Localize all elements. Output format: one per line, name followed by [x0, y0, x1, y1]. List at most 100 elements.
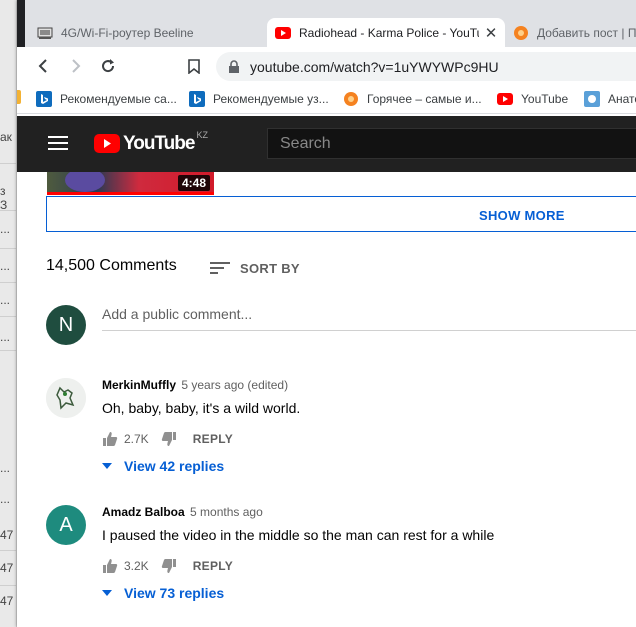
bookmark-icon	[188, 58, 200, 74]
reply-button[interactable]: REPLY	[193, 432, 233, 446]
background-row-text: ...	[0, 461, 11, 475]
close-tab-icon[interactable]: ✕	[483, 24, 499, 42]
comment-author-line: MerkinMuffly 5 years ago (edited)	[102, 378, 288, 392]
bookmark-pikabu-hot[interactable]: Горячее – самые и...	[343, 89, 482, 109]
reload-icon	[102, 59, 115, 73]
back-button[interactable]	[31, 53, 57, 79]
tab-beeline[interactable]: 4G/Wi-Fi-роутер Beeline	[29, 18, 267, 47]
view-replies-label: View 73 replies	[124, 585, 225, 601]
country-code: KZ	[196, 130, 208, 140]
bookmark-label: YouTube	[521, 92, 569, 106]
video-duration: 4:48	[177, 175, 210, 191]
bing-icon	[189, 91, 205, 107]
background-row-divider	[0, 248, 16, 249]
guide-menu-icon[interactable]	[48, 136, 68, 152]
background-row-divider	[0, 282, 16, 283]
background-row-text: 47	[0, 561, 14, 575]
background-row-divider	[0, 316, 16, 317]
forward-arrow-icon	[72, 59, 81, 73]
add-comment-placeholder: Add a public comment...	[102, 306, 253, 322]
commenter-avatar[interactable]: A	[46, 505, 86, 545]
thumbs-down-icon[interactable]	[161, 558, 177, 574]
comment-actions: 3.2K REPLY	[102, 556, 233, 576]
pikabu-favicon-icon	[513, 25, 529, 41]
youtube-favicon-icon	[497, 91, 513, 107]
youtube-play-logo-icon	[94, 134, 120, 153]
bookmark-label: Горячее – самые и...	[367, 92, 482, 106]
watched-progress-bar	[47, 192, 214, 195]
tab-youtube-karma-police[interactable]: Radiohead - Karma Police - YouTube ✕	[267, 18, 505, 47]
comment-text: Oh, baby, baby, it's a wild world.	[102, 400, 301, 416]
avatar-letter: A	[59, 513, 73, 536]
back-arrow-icon	[38, 59, 47, 73]
comments-count: 14,500 Comments	[46, 257, 177, 274]
background-row-divider	[0, 585, 16, 586]
search-input[interactable]: Search	[267, 128, 636, 159]
address-url: youtube.com/watch?v=1uYWYWPc9HU	[250, 59, 499, 75]
sort-by-button[interactable]: SORT BY	[210, 258, 300, 278]
avatar-drawing-icon	[46, 378, 86, 418]
user-avatar: N	[46, 305, 86, 345]
address-bar[interactable]: youtube.com/watch?v=1uYWYWPc9HU	[216, 52, 636, 81]
like-count: 3.2K	[124, 559, 149, 573]
window-edge	[17, 0, 25, 47]
comment-actions: 2.7K REPLY	[102, 429, 233, 449]
bookmark-youtube[interactable]: YouTube	[497, 89, 568, 109]
video-thumbnail[interactable]: 4:48	[47, 172, 214, 195]
chevron-down-icon	[102, 463, 112, 469]
youtube-logo[interactable]: YouTube KZ	[94, 130, 208, 154]
reply-button[interactable]: REPLY	[193, 559, 233, 573]
tab-pikabu[interactable]: Добавить пост | Пикабу	[507, 18, 636, 47]
commenter-avatar[interactable]	[46, 378, 86, 418]
bookmark-anatomy[interactable]: Анатомия	[584, 89, 636, 109]
view-replies-button[interactable]: View 73 replies	[102, 585, 224, 601]
bookmark-recommended-2[interactable]: Рекомендуемые уз...	[189, 89, 329, 109]
background-row-divider	[0, 163, 16, 164]
search-placeholder: Search	[280, 135, 331, 152]
comment-author-line: Amadz Balboa 5 months ago	[102, 505, 263, 519]
thumbs-up-icon[interactable]	[102, 431, 118, 447]
sort-icon	[210, 262, 230, 274]
background-row-text: 47	[0, 528, 14, 542]
add-comment-input[interactable]: Add a public comment...	[102, 306, 636, 331]
background-row-text: ...	[0, 330, 11, 344]
background-row-text: ...	[0, 492, 11, 506]
folder-icon	[17, 90, 21, 104]
logo-wordmark: YouTube	[123, 133, 195, 154]
background-window: ак з З ... ... ... ... ... ... 47 47 47	[0, 0, 17, 627]
chevron-down-icon	[102, 590, 112, 596]
forward-button[interactable]	[62, 53, 88, 79]
comment-author[interactable]: Amadz Balboa	[102, 505, 185, 519]
view-replies-label: View 42 replies	[124, 458, 225, 474]
pikabu-favicon-icon	[343, 91, 359, 107]
tab-label: Radiohead - Karma Police - YouTube	[299, 25, 479, 40]
youtube-masthead: YouTube KZ Search	[17, 116, 636, 172]
bookmark-label: Рекомендуемые са...	[60, 92, 177, 106]
reload-button[interactable]	[95, 53, 121, 79]
background-row-text: ...	[0, 222, 11, 236]
lock-icon	[229, 60, 239, 73]
youtube-favicon-icon	[275, 25, 291, 41]
tab-label: 4G/Wi-Fi-роутер Beeline	[61, 25, 194, 40]
bookmark-star-button[interactable]	[181, 53, 207, 79]
show-more-button[interactable]: SHOW MORE	[46, 196, 636, 232]
comment-time[interactable]: 5 years ago (edited)	[181, 378, 288, 392]
anatomy-icon	[584, 91, 600, 107]
background-row-text: ...	[0, 259, 11, 273]
bookmark-recommended-1[interactable]: Рекомендуемые са...	[36, 89, 177, 109]
browser-toolbar: youtube.com/watch?v=1uYWYWPc9HU	[17, 47, 636, 85]
like-count: 2.7K	[124, 432, 149, 446]
bookmark-label: Рекомендуемые уз...	[213, 92, 329, 106]
thumbs-down-icon[interactable]	[161, 431, 177, 447]
tab-label: Добавить пост | Пикабу	[537, 25, 636, 40]
comment-time[interactable]: 5 months ago	[190, 505, 263, 519]
thumbs-up-icon[interactable]	[102, 558, 118, 574]
watch-page-content: 4:48 SHOW MORE 14,500 Comments SORT BY N…	[17, 172, 636, 627]
comment-author[interactable]: MerkinMuffly	[102, 378, 176, 392]
thumbnail-figure	[65, 172, 105, 192]
tab-strip: 4G/Wi-Fi-роутер Beeline Radiohead - Karm…	[17, 0, 636, 47]
bookmark-label: Анатомия	[608, 92, 636, 106]
view-replies-button[interactable]: View 42 replies	[102, 458, 224, 474]
sort-by-label: SORT BY	[240, 260, 300, 276]
background-row-text: з З	[0, 184, 8, 212]
